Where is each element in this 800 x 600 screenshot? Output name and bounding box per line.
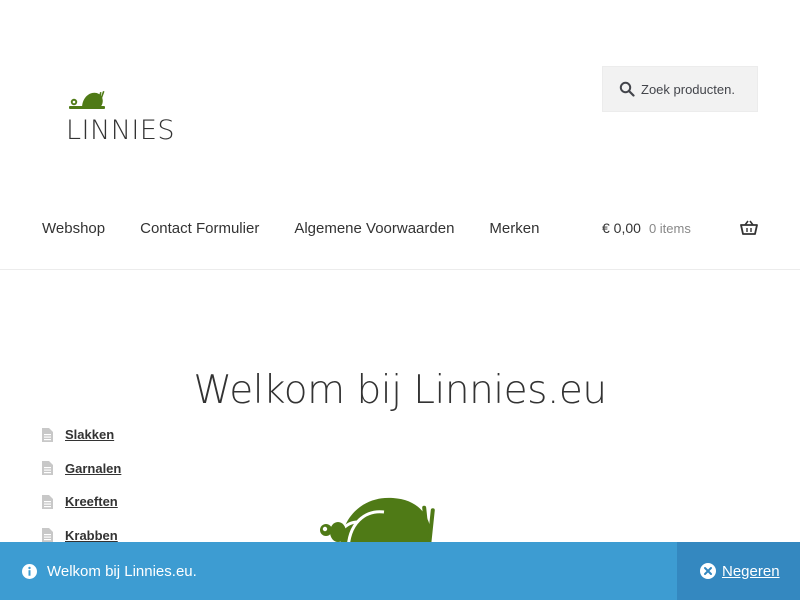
logo-text: LINNIES <box>66 115 176 146</box>
sidebar-item-garnalen: Garnalen <box>42 452 121 486</box>
primary-nav: Webshop Contact Formulier Algemene Voorw… <box>42 220 539 237</box>
nav-item-webshop[interactable]: Webshop <box>42 220 105 237</box>
close-circle-icon <box>700 563 716 579</box>
store-notice: Welkom bij Linnies.eu. Negeren <box>0 542 800 600</box>
dismiss-label: Negeren <box>722 562 780 580</box>
document-icon <box>42 461 53 476</box>
nav-item-merken[interactable]: Merken <box>489 220 539 237</box>
site-logo[interactable]: LINNIES <box>66 88 176 148</box>
sidebar-item-slakken: Slakken <box>42 418 121 452</box>
document-icon <box>42 528 53 543</box>
header-cart[interactable]: € 0,00 0 items <box>602 220 758 236</box>
category-sidebar: Slakken Garnalen Kreeften Krabben <box>42 418 121 552</box>
cart-count: 0 items <box>648 220 691 236</box>
document-icon <box>42 427 53 442</box>
document-icon <box>42 494 53 509</box>
sidebar-item-kreeften: Kreeften <box>42 485 121 519</box>
cart-amount: € 0,00 <box>602 220 641 236</box>
sidebar-link-krabben[interactable]: Krabben <box>65 528 118 543</box>
info-icon <box>22 563 37 579</box>
dismiss-notice-button[interactable]: Negeren <box>677 542 800 600</box>
sidebar-link-garnalen[interactable]: Garnalen <box>65 461 121 476</box>
header-divider <box>0 269 800 270</box>
nav-item-contact-formulier[interactable]: Contact Formulier <box>140 220 259 237</box>
search-icon[interactable] <box>619 81 635 97</box>
nav-item-algemene-voorwaarden[interactable]: Algemene Voorwaarden <box>294 220 454 237</box>
product-search <box>602 66 758 112</box>
snail-logo-icon <box>69 91 105 109</box>
sidebar-link-kreeften[interactable]: Kreeften <box>65 494 118 509</box>
sidebar-link-slakken[interactable]: Slakken <box>65 427 114 442</box>
basket-icon <box>740 220 758 235</box>
search-input[interactable] <box>641 81 746 97</box>
notice-message: Welkom bij Linnies.eu. <box>47 562 197 580</box>
page-title: Welkom bij Linnies.eu <box>193 368 607 413</box>
